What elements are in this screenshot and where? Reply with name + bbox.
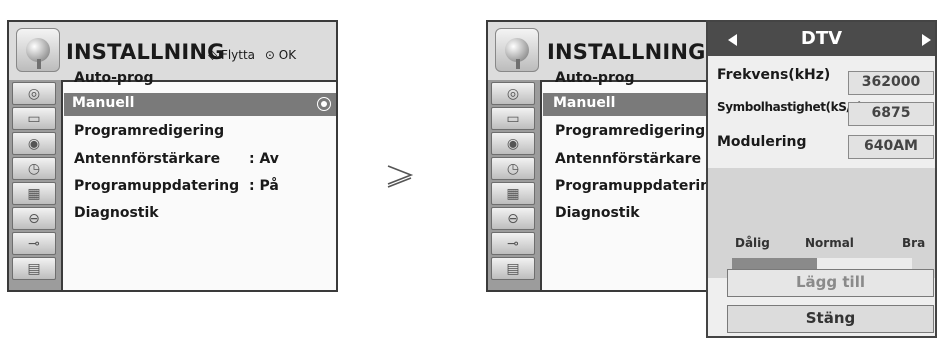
menu-item-auto-prog[interactable]: Auto-prog — [74, 70, 154, 86]
signal-label-good: Bra — [902, 236, 926, 250]
frequency-field[interactable]: 362000 — [848, 71, 934, 95]
signal-label-poor: Dålig — [735, 236, 770, 250]
clapperboard-icon[interactable]: ▤ — [12, 257, 56, 280]
menu-item-auto-prog[interactable]: Auto-prog — [555, 70, 635, 86]
greater-than-icon — [387, 165, 414, 188]
satellite-icon[interactable]: ◎ — [491, 82, 535, 105]
satellite-icon[interactable]: ◎ — [12, 82, 56, 105]
clapperboard-icon[interactable]: ▤ — [491, 257, 535, 280]
manual-tuning-popup: DTV Frekvens(kHz) 362000 Symbolhastighet… — [706, 20, 937, 338]
menu-item-programuppdatering[interactable]: Programuppdatering — [555, 178, 720, 194]
right-arrow-icon[interactable] — [922, 34, 931, 46]
menu-item-diagnostik[interactable]: Diagnostik — [555, 205, 640, 221]
tv-icon[interactable]: ▭ — [12, 107, 56, 130]
input-icon[interactable]: ⊸ — [12, 232, 56, 255]
menu-title: INSTALLNING — [66, 40, 225, 64]
lock-icon[interactable]: ⊖ — [12, 207, 56, 230]
menu-title-right: INSTALLNING — [547, 40, 706, 64]
menu-item-antennforstarkare[interactable]: Antennförstärkare — [555, 151, 701, 167]
menu-item-manuell-selected[interactable]: Manuell — [64, 93, 336, 116]
ok-button-icon: ⊙ — [264, 48, 275, 62]
category-icon-column: ◎ ▭ ◉ ◷ ▦ ⊖ ⊸ ▤ — [9, 80, 63, 290]
speaker-icon[interactable]: ◉ — [12, 132, 56, 155]
speaker-icon[interactable]: ◉ — [491, 132, 535, 155]
modulation-field[interactable]: 640AM — [848, 135, 934, 159]
clock-icon[interactable]: ◷ — [491, 157, 535, 180]
modulation-label: Modulering — [717, 134, 807, 150]
antennforstarkare-value: : Av — [249, 151, 279, 167]
calendar-icon[interactable]: ▦ — [491, 182, 535, 205]
step-arrow — [385, 160, 415, 194]
move-hint-label: Flytta — [220, 48, 256, 62]
programuppdatering-value: : På — [249, 178, 279, 194]
input-icon[interactable]: ⊸ — [491, 232, 535, 255]
source-label: DTV — [800, 28, 843, 49]
calendar-icon[interactable]: ▦ — [12, 182, 56, 205]
menu-header: INSTALLNING ⬦ Flytta ⊙ OK — [9, 22, 336, 82]
radio-selected-icon — [317, 97, 331, 111]
lock-icon[interactable]: ⊖ — [491, 207, 535, 230]
close-button[interactable]: Stäng — [727, 305, 934, 333]
menu-item-diagnostik[interactable]: Diagnostik — [74, 205, 159, 221]
navigation-hint: ⬦ Flytta ⊙ OK — [208, 48, 296, 63]
menu-item-programredigering[interactable]: Programredigering — [555, 123, 705, 139]
symbol-rate-field[interactable]: 6875 — [848, 102, 934, 126]
clock-icon[interactable]: ◷ — [12, 157, 56, 180]
settings-menu-panel: INSTALLNING ⬦ Flytta ⊙ OK ◎ ▭ ◉ ◷ ▦ ⊖ ⊸ … — [7, 20, 338, 292]
symbol-rate-label: Symbolhastighet(kS/s) — [717, 100, 863, 114]
menu-item-manuell-selected[interactable]: Manuell — [543, 93, 708, 116]
tv-icon[interactable]: ▭ — [491, 107, 535, 130]
ok-hint-label: OK — [278, 48, 297, 62]
move-arrows-icon: ⬦ — [208, 48, 218, 63]
menu-item-programredigering[interactable]: Programredigering — [74, 123, 224, 139]
source-selector[interactable]: DTV — [708, 22, 935, 56]
menu-item-antennforstarkare[interactable]: Antennförstärkare — [74, 151, 220, 167]
menu-item-programuppdatering[interactable]: Programuppdatering — [74, 178, 239, 194]
add-button[interactable]: Lägg till — [727, 269, 934, 297]
frequency-label: Frekvens(kHz) — [717, 67, 831, 83]
satellite-dish-icon — [16, 28, 60, 72]
menu-item-manuell: Manuell — [72, 95, 135, 111]
menu-item-manuell: Manuell — [553, 95, 616, 111]
signal-label-normal: Normal — [805, 236, 854, 250]
satellite-dish-icon — [495, 28, 539, 72]
category-icon-column-right: ◎ ▭ ◉ ◷ ▦ ⊖ ⊸ ▤ — [488, 80, 542, 290]
